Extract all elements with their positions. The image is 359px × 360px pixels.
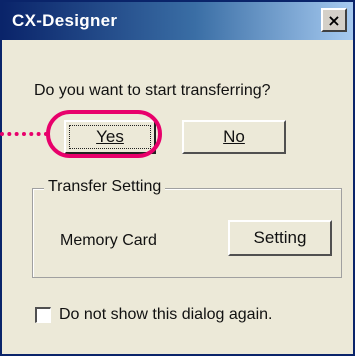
title-bar[interactable]: CX-Designer ×: [2, 2, 353, 40]
question-text: Do you want to start transferring?: [34, 82, 271, 99]
close-icon: ×: [327, 10, 341, 30]
memory-card-label: Memory Card: [60, 232, 157, 249]
no-button[interactable]: No: [182, 120, 286, 154]
yes-button[interactable]: Yes: [64, 120, 156, 154]
dialog-window: CX-Designer × Do you want to start trans…: [0, 0, 355, 356]
highlight-pointer-line: [0, 132, 48, 136]
dont-show-label[interactable]: Do not show this dialog again.: [59, 306, 272, 324]
window-title: CX-Designer: [12, 11, 118, 30]
setting-button-label: Setting: [253, 228, 307, 247]
transfer-setting-group-label: Transfer Setting: [44, 178, 166, 196]
no-button-label: No: [223, 127, 245, 146]
setting-button[interactable]: Setting: [228, 220, 332, 256]
dont-show-checkbox[interactable]: [35, 307, 51, 323]
yes-button-label: Yes: [96, 127, 124, 146]
close-button[interactable]: ×: [321, 8, 347, 32]
